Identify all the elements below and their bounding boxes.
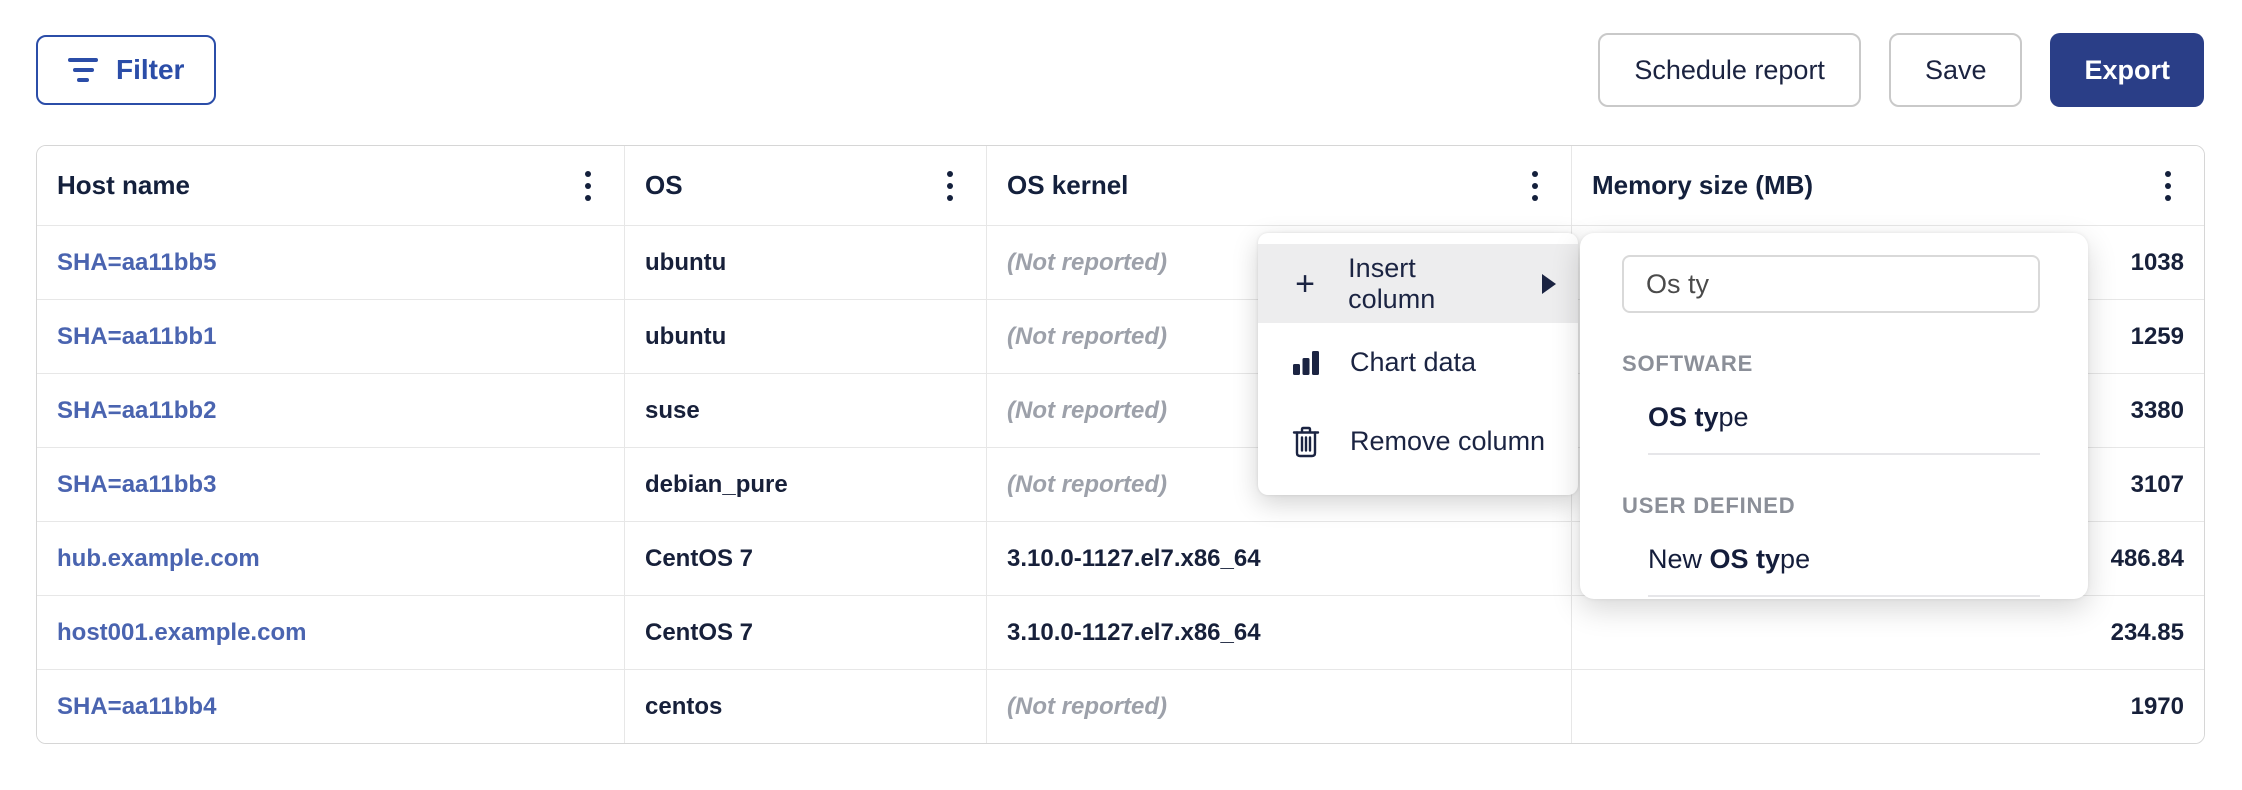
- column-header-label: OS kernel: [1007, 170, 1128, 201]
- toolbar: Filter Schedule report Save Export: [36, 30, 2204, 110]
- memory-column-kebab-button[interactable]: [2148, 162, 2188, 210]
- column-header-os: OS: [625, 146, 987, 225]
- filter-icon: [68, 58, 98, 82]
- table-cell-host: hub.example.com: [37, 521, 625, 595]
- table-cell-os: ubuntu: [625, 225, 987, 299]
- menu-item-chart-data[interactable]: Chart data: [1258, 323, 1578, 402]
- menu-item-label: Chart data: [1350, 347, 1476, 378]
- item-text-post: pe: [1780, 544, 1810, 574]
- column-header-os-kernel: OS kernel: [987, 146, 1572, 225]
- toolbar-actions: Schedule report Save Export: [1598, 33, 2204, 107]
- table-cell-host: SHA=aa11bb3: [37, 447, 625, 521]
- menu-item-insert-column[interactable]: + Insert column: [1258, 244, 1578, 323]
- save-button[interactable]: Save: [1889, 33, 2023, 107]
- column-context-menu: + Insert column Chart data: [1258, 233, 1578, 495]
- hosts-report-page: Filter Schedule report Save Export Host …: [0, 0, 2242, 790]
- table-cell-kernel: 3.10.0-1127.el7.x86_64: [987, 595, 1572, 669]
- export-button[interactable]: Export: [2050, 33, 2204, 107]
- popover-item-new-os-type[interactable]: New OS type: [1648, 544, 2040, 575]
- column-header-label: OS: [645, 170, 683, 201]
- menu-item-label: Insert column: [1348, 253, 1502, 315]
- group-label-user-defined: USER DEFINED: [1622, 493, 2040, 519]
- divider: [1648, 453, 2040, 455]
- host-link[interactable]: SHA=aa11bb1: [57, 323, 216, 351]
- bar-chart-icon: [1288, 347, 1324, 379]
- table-cell-kernel: 3.10.0-1127.el7.x86_64: [987, 521, 1572, 595]
- plus-icon: +: [1288, 267, 1322, 301]
- caret-right-icon: [1542, 274, 1556, 294]
- host-link[interactable]: SHA=aa11bb5: [57, 249, 216, 277]
- host-link[interactable]: SHA=aa11bb2: [57, 397, 216, 425]
- column-header-host-name: Host name: [37, 146, 625, 225]
- divider: [1648, 595, 2040, 597]
- insert-column-popover: SOFTWARE OS type USER DEFINED New OS typ…: [1580, 233, 2088, 599]
- filter-button-label: Filter: [116, 54, 184, 86]
- column-search-input[interactable]: [1622, 255, 2040, 313]
- column-header-label: Memory size (MB): [1592, 170, 1813, 201]
- item-text-pre: New: [1648, 544, 1710, 574]
- kebab-icon: [2165, 183, 2171, 189]
- table-cell-os: suse: [625, 373, 987, 447]
- table-cell-os: debian_pure: [625, 447, 987, 521]
- table-cell-host: SHA=aa11bb5: [37, 225, 625, 299]
- table-cell-os: ubuntu: [625, 299, 987, 373]
- host-name-column-kebab-button[interactable]: [568, 162, 608, 210]
- item-text-match: OS ty: [1648, 402, 1719, 432]
- filter-button[interactable]: Filter: [36, 35, 216, 105]
- table-cell-kernel: (Not reported): [987, 669, 1572, 743]
- host-link[interactable]: hub.example.com: [57, 545, 260, 573]
- table-cell-memory: 1970: [1572, 669, 2204, 743]
- table-cell-memory: 234.85: [1572, 595, 2204, 669]
- kebab-icon: [947, 183, 953, 189]
- kebab-icon: [585, 183, 591, 189]
- column-header-label: Host name: [57, 170, 190, 201]
- trash-icon: [1288, 425, 1324, 459]
- item-text-match: OS ty: [1710, 544, 1781, 574]
- table-cell-host: SHA=aa11bb4: [37, 669, 625, 743]
- os-kernel-column-kebab-button[interactable]: [1515, 162, 1555, 210]
- table-cell-host: SHA=aa11bb2: [37, 373, 625, 447]
- os-column-kebab-button[interactable]: [930, 162, 970, 210]
- popover-item-os-type[interactable]: OS type: [1648, 402, 2040, 433]
- menu-item-label: Remove column: [1350, 426, 1545, 457]
- host-link[interactable]: host001.example.com: [57, 619, 306, 647]
- host-link[interactable]: SHA=aa11bb3: [57, 471, 216, 499]
- table-cell-os: CentOS 7: [625, 521, 987, 595]
- kebab-icon: [1532, 183, 1538, 189]
- group-label-software: SOFTWARE: [1622, 351, 2040, 377]
- item-text-post: pe: [1719, 402, 1749, 432]
- schedule-report-button[interactable]: Schedule report: [1598, 33, 1861, 107]
- menu-item-remove-column[interactable]: Remove column: [1258, 402, 1578, 481]
- table-cell-os: CentOS 7: [625, 595, 987, 669]
- column-header-memory-size: Memory size (MB): [1572, 146, 2204, 225]
- table-cell-host: host001.example.com: [37, 595, 625, 669]
- table-cell-os: centos: [625, 669, 987, 743]
- host-link[interactable]: SHA=aa11bb4: [57, 693, 216, 721]
- table-cell-host: SHA=aa11bb1: [37, 299, 625, 373]
